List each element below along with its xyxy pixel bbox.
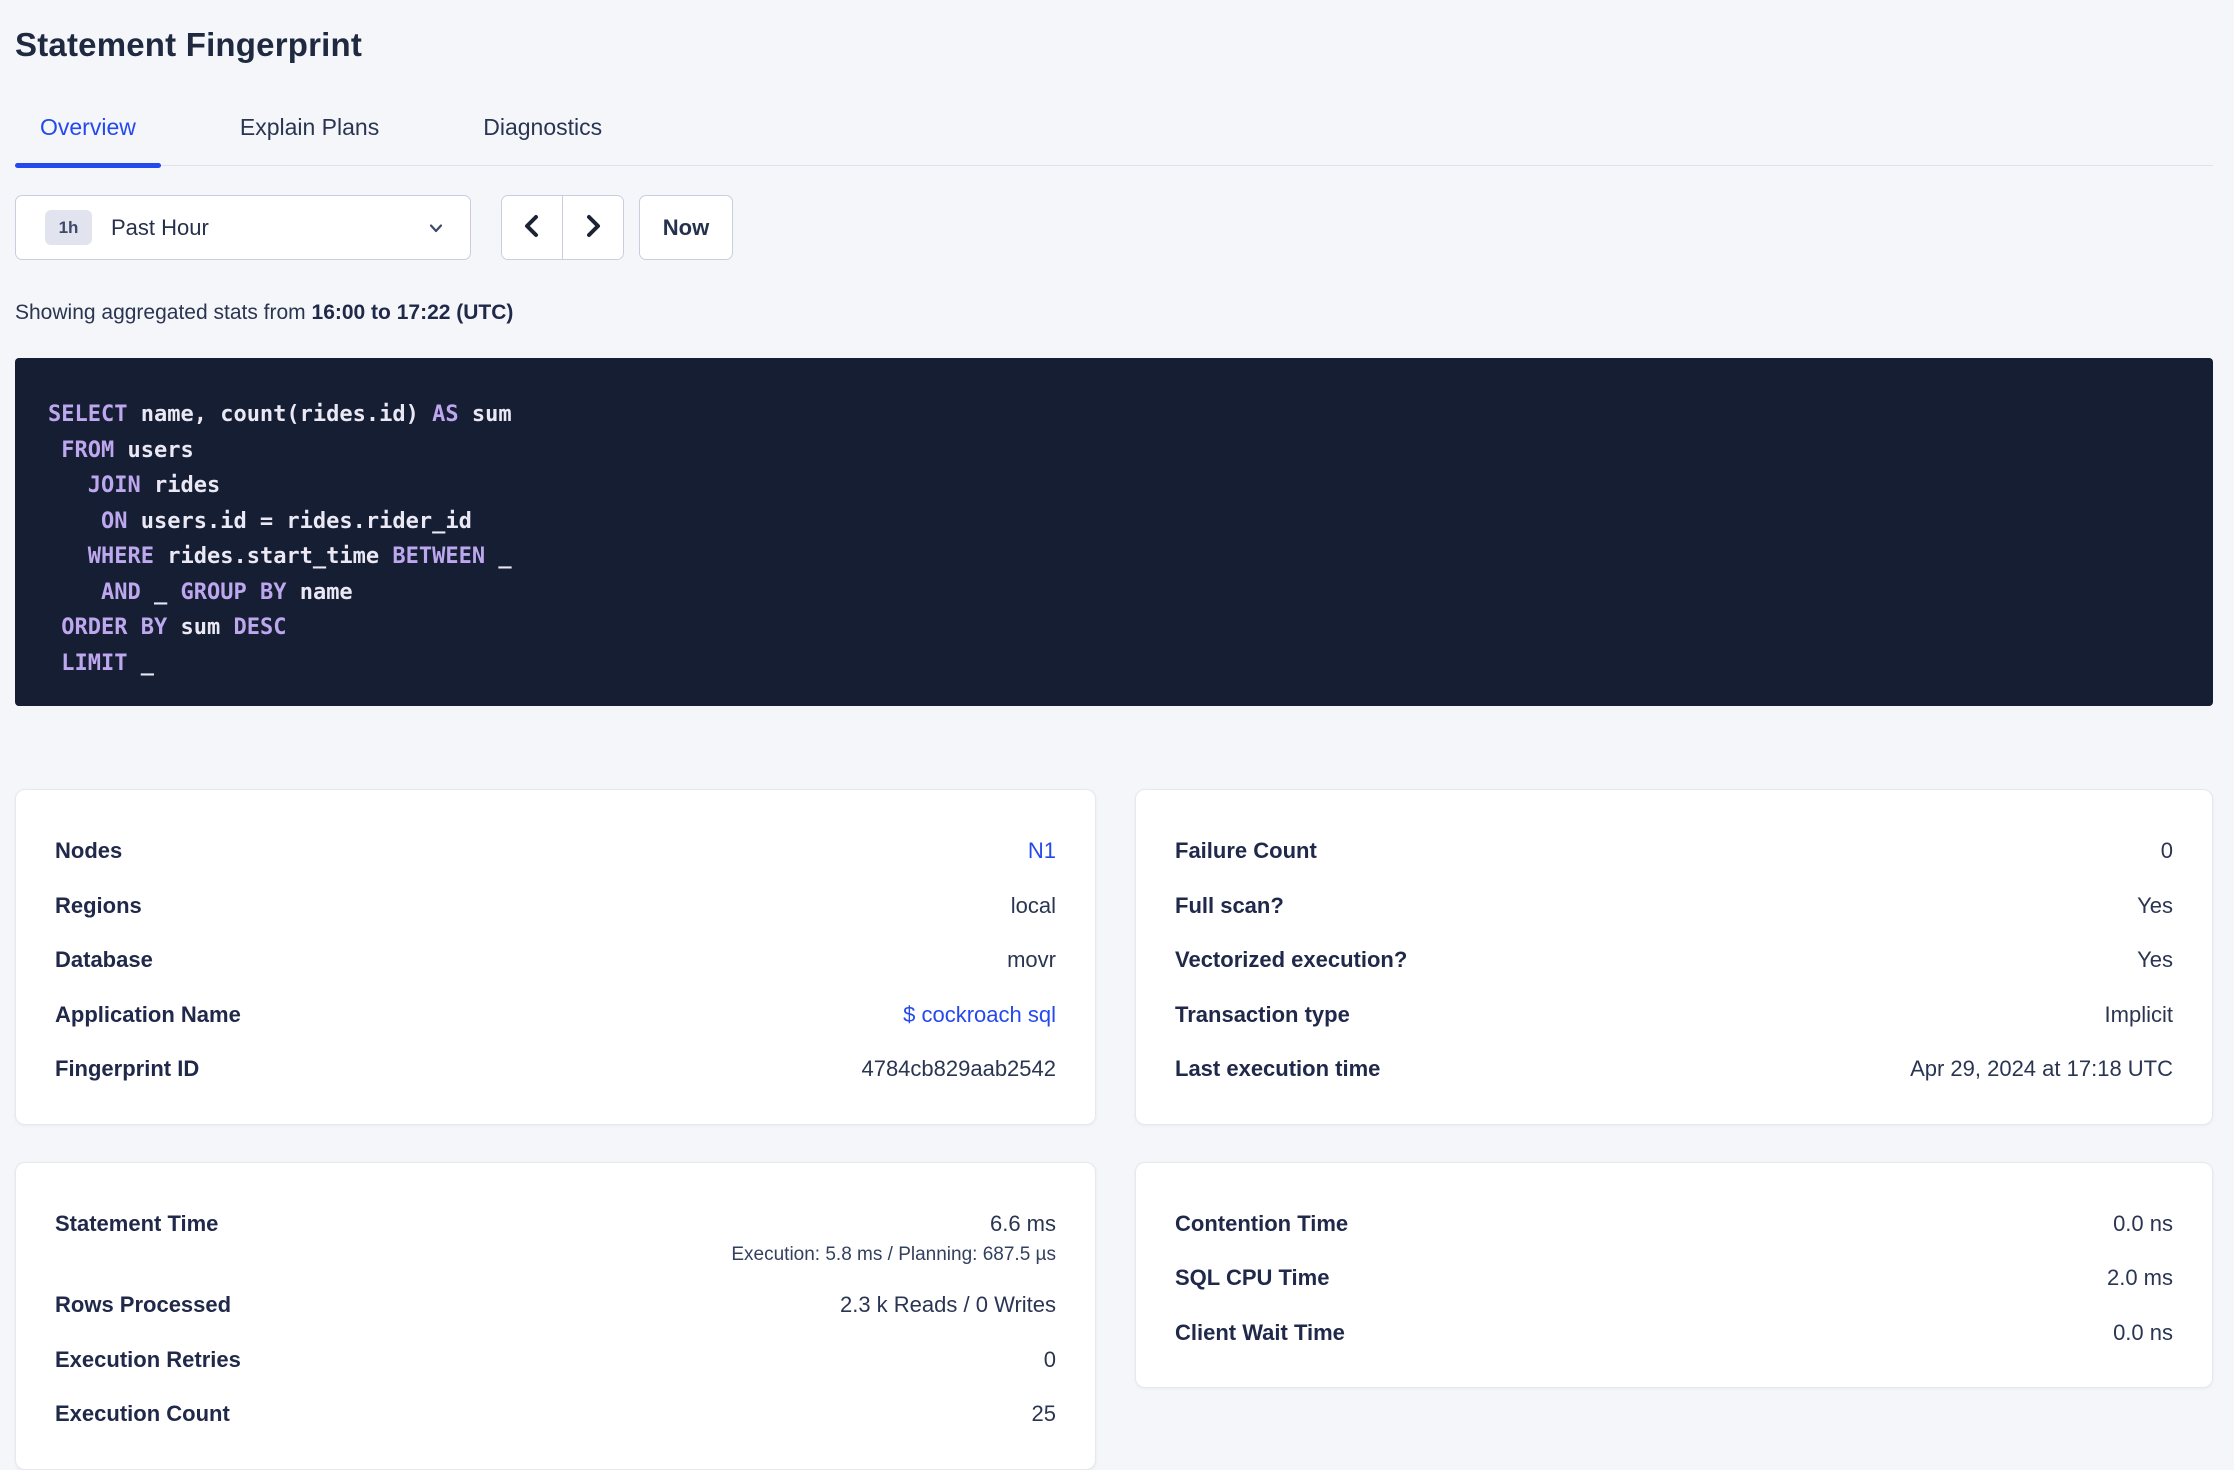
tab-overview[interactable]: Overview	[15, 104, 161, 168]
stat-row: Application Name $ cockroach sql	[55, 1001, 1056, 1028]
sql-line: ON users.id = rides.rider_id	[100, 508, 472, 534]
tab-explain-plans[interactable]: Explain Plans	[215, 104, 404, 165]
stat-label: Execution Retries	[55, 1346, 241, 1372]
statement-timing-card: Statement Time 6.6 ms Execution: 5.8 ms / …	[15, 1161, 1096, 1470]
stat-row: Nodes N1	[55, 837, 1056, 864]
sql-line: LIMIT _	[61, 650, 154, 676]
stat-value-link[interactable]: N1	[1028, 837, 1056, 864]
execution-attributes-card: Failure Count 0 Full scan? Yes Vectorized ex…	[1135, 789, 2213, 1125]
stat-value: 4784cb829aab2542	[861, 1056, 1056, 1081]
stat-value: 2.3 k Reads / 0 Writes	[839, 1292, 1056, 1317]
stat-row: Statement Time 6.6 ms	[55, 1210, 1056, 1237]
stat-row: Failure Count 0	[1175, 837, 2173, 864]
time-range-badge: 1h	[45, 210, 92, 245]
time-range-dropdown[interactable]: 1h Past Hour	[15, 195, 471, 260]
aggregated-stats-prefix: Showing aggregated stats from	[15, 301, 312, 324]
stat-label: Regions	[55, 892, 142, 918]
time-range-label: Past Hour	[111, 214, 209, 240]
stat-value: local	[1010, 892, 1056, 918]
stat-label: Fingerprint ID	[55, 1056, 200, 1081]
summary-cards: Nodes N1 Regions local Database movr Applicati…	[15, 789, 2213, 1470]
stat-label: Rows Processed	[55, 1292, 232, 1317]
stat-label: Vectorized execution?	[1175, 947, 1408, 972]
stat-label: Full scan?	[1175, 892, 1284, 918]
stat-value: Implicit	[2104, 1001, 2173, 1027]
stat-row: Vectorized execution? Yes	[1175, 946, 2173, 973]
aggregated-stats-caption: Showing aggregated stats from 16:00 to 1…	[15, 301, 2213, 325]
stat-row: Full scan? Yes	[1175, 892, 2173, 919]
now-button[interactable]: Now	[639, 195, 733, 260]
stat-value: 2.0 ms	[2106, 1265, 2173, 1290]
stat-row: Last execution time Apr 29, 2024 at 17:18…	[1175, 1055, 2173, 1082]
stat-row: SQL CPU Time 2.0 ms	[1175, 1264, 2173, 1291]
chevron-right-icon	[580, 211, 606, 244]
stat-label: Database	[55, 947, 153, 972]
stat-label: Contention Time	[1175, 1210, 1349, 1236]
stat-value: 25	[1031, 1401, 1056, 1426]
tab-diagnostics[interactable]: Diagnostics	[458, 104, 627, 165]
sql-statement-box: SELECT name, count(rides.id) AS sum FROM…	[15, 358, 2213, 706]
sql-line: ORDER BY sum DESC	[61, 615, 287, 640]
stat-value: 6.6 ms	[989, 1210, 1056, 1236]
stat-value-link[interactable]: $ cockroach sql	[903, 1001, 1056, 1028]
time-step-buttons	[501, 195, 624, 260]
stat-subvalue: Execution: 5.8 ms / Planning: 687.5 µs	[731, 1244, 1056, 1265]
chevron-left-icon	[519, 211, 545, 244]
stat-row: Rows Processed 2.3 k Reads / 0 Writes	[55, 1291, 1056, 1318]
chevron-down-icon	[426, 218, 446, 238]
sql-line: WHERE rides.start_time BETWEEN _	[87, 544, 512, 569]
stat-value: movr	[1007, 947, 1056, 972]
statement-fingerprint-page: Statement Fingerprint Overview Explain P…	[0, 0, 2234, 1470]
page-title: Statement Fingerprint	[15, 26, 363, 63]
stat-row: Transaction type Implicit	[1175, 1001, 2173, 1028]
time-controls: 1h Past Hour Now	[15, 195, 2213, 260]
stat-label: Client Wait Time	[1175, 1319, 1345, 1345]
statement-details-card: Nodes N1 Regions local Database movr Applicati…	[15, 789, 1096, 1125]
sql-line: SELECT name, count(rides.id) AS sum	[48, 402, 512, 427]
stat-label: Application Name	[55, 1001, 241, 1027]
stat-row: Fingerprint ID 4784cb829aab2542	[55, 1055, 1056, 1082]
tab-bar: Overview Explain Plans Diagnostics	[15, 104, 2213, 168]
stat-label: SQL CPU Time	[1175, 1265, 1330, 1290]
stat-label: Failure Count	[1175, 838, 1317, 863]
stat-value: 0.0 ns	[2113, 1210, 2173, 1236]
aggregated-stats-range: 16:00 to 17:22 (UTC)	[311, 301, 514, 324]
stat-value: 0.0 ns	[2113, 1319, 2173, 1345]
stat-label: Statement Time	[55, 1210, 219, 1236]
stat-row: Contention Time 0.0 ns	[1175, 1210, 2173, 1237]
stat-row: Client Wait Time 0.0 ns	[1175, 1319, 2173, 1346]
previous-interval-button[interactable]	[502, 196, 563, 259]
stat-row: Execution Retries 0	[55, 1346, 1056, 1373]
stat-label: Nodes	[55, 838, 123, 863]
sql-line: JOIN rides	[87, 473, 221, 498]
stat-row: Database movr	[55, 946, 1056, 973]
stat-label: Transaction type	[1175, 1001, 1350, 1027]
stat-label: Execution Count	[55, 1401, 230, 1426]
stat-value: Yes	[2137, 892, 2173, 918]
stat-row: Regions local	[55, 892, 1056, 919]
stat-label: Last execution time	[1175, 1056, 1381, 1081]
sql-line: AND _ GROUP BY name	[100, 579, 353, 605]
stat-row: Execution Count 25	[55, 1400, 1056, 1427]
next-interval-button[interactable]	[563, 196, 623, 259]
stat-value: 0	[2160, 838, 2173, 863]
stat-value: Apr 29, 2024 at 17:18 UTC	[1910, 1056, 2173, 1081]
stat-value: 0	[1043, 1346, 1056, 1372]
sql-line: FROM users	[61, 437, 194, 463]
stat-value: Yes	[2137, 947, 2173, 972]
wait-times-card: Contention Time 0.0 ns SQL CPU Time 2.0 ms C…	[1135, 1161, 2213, 1388]
